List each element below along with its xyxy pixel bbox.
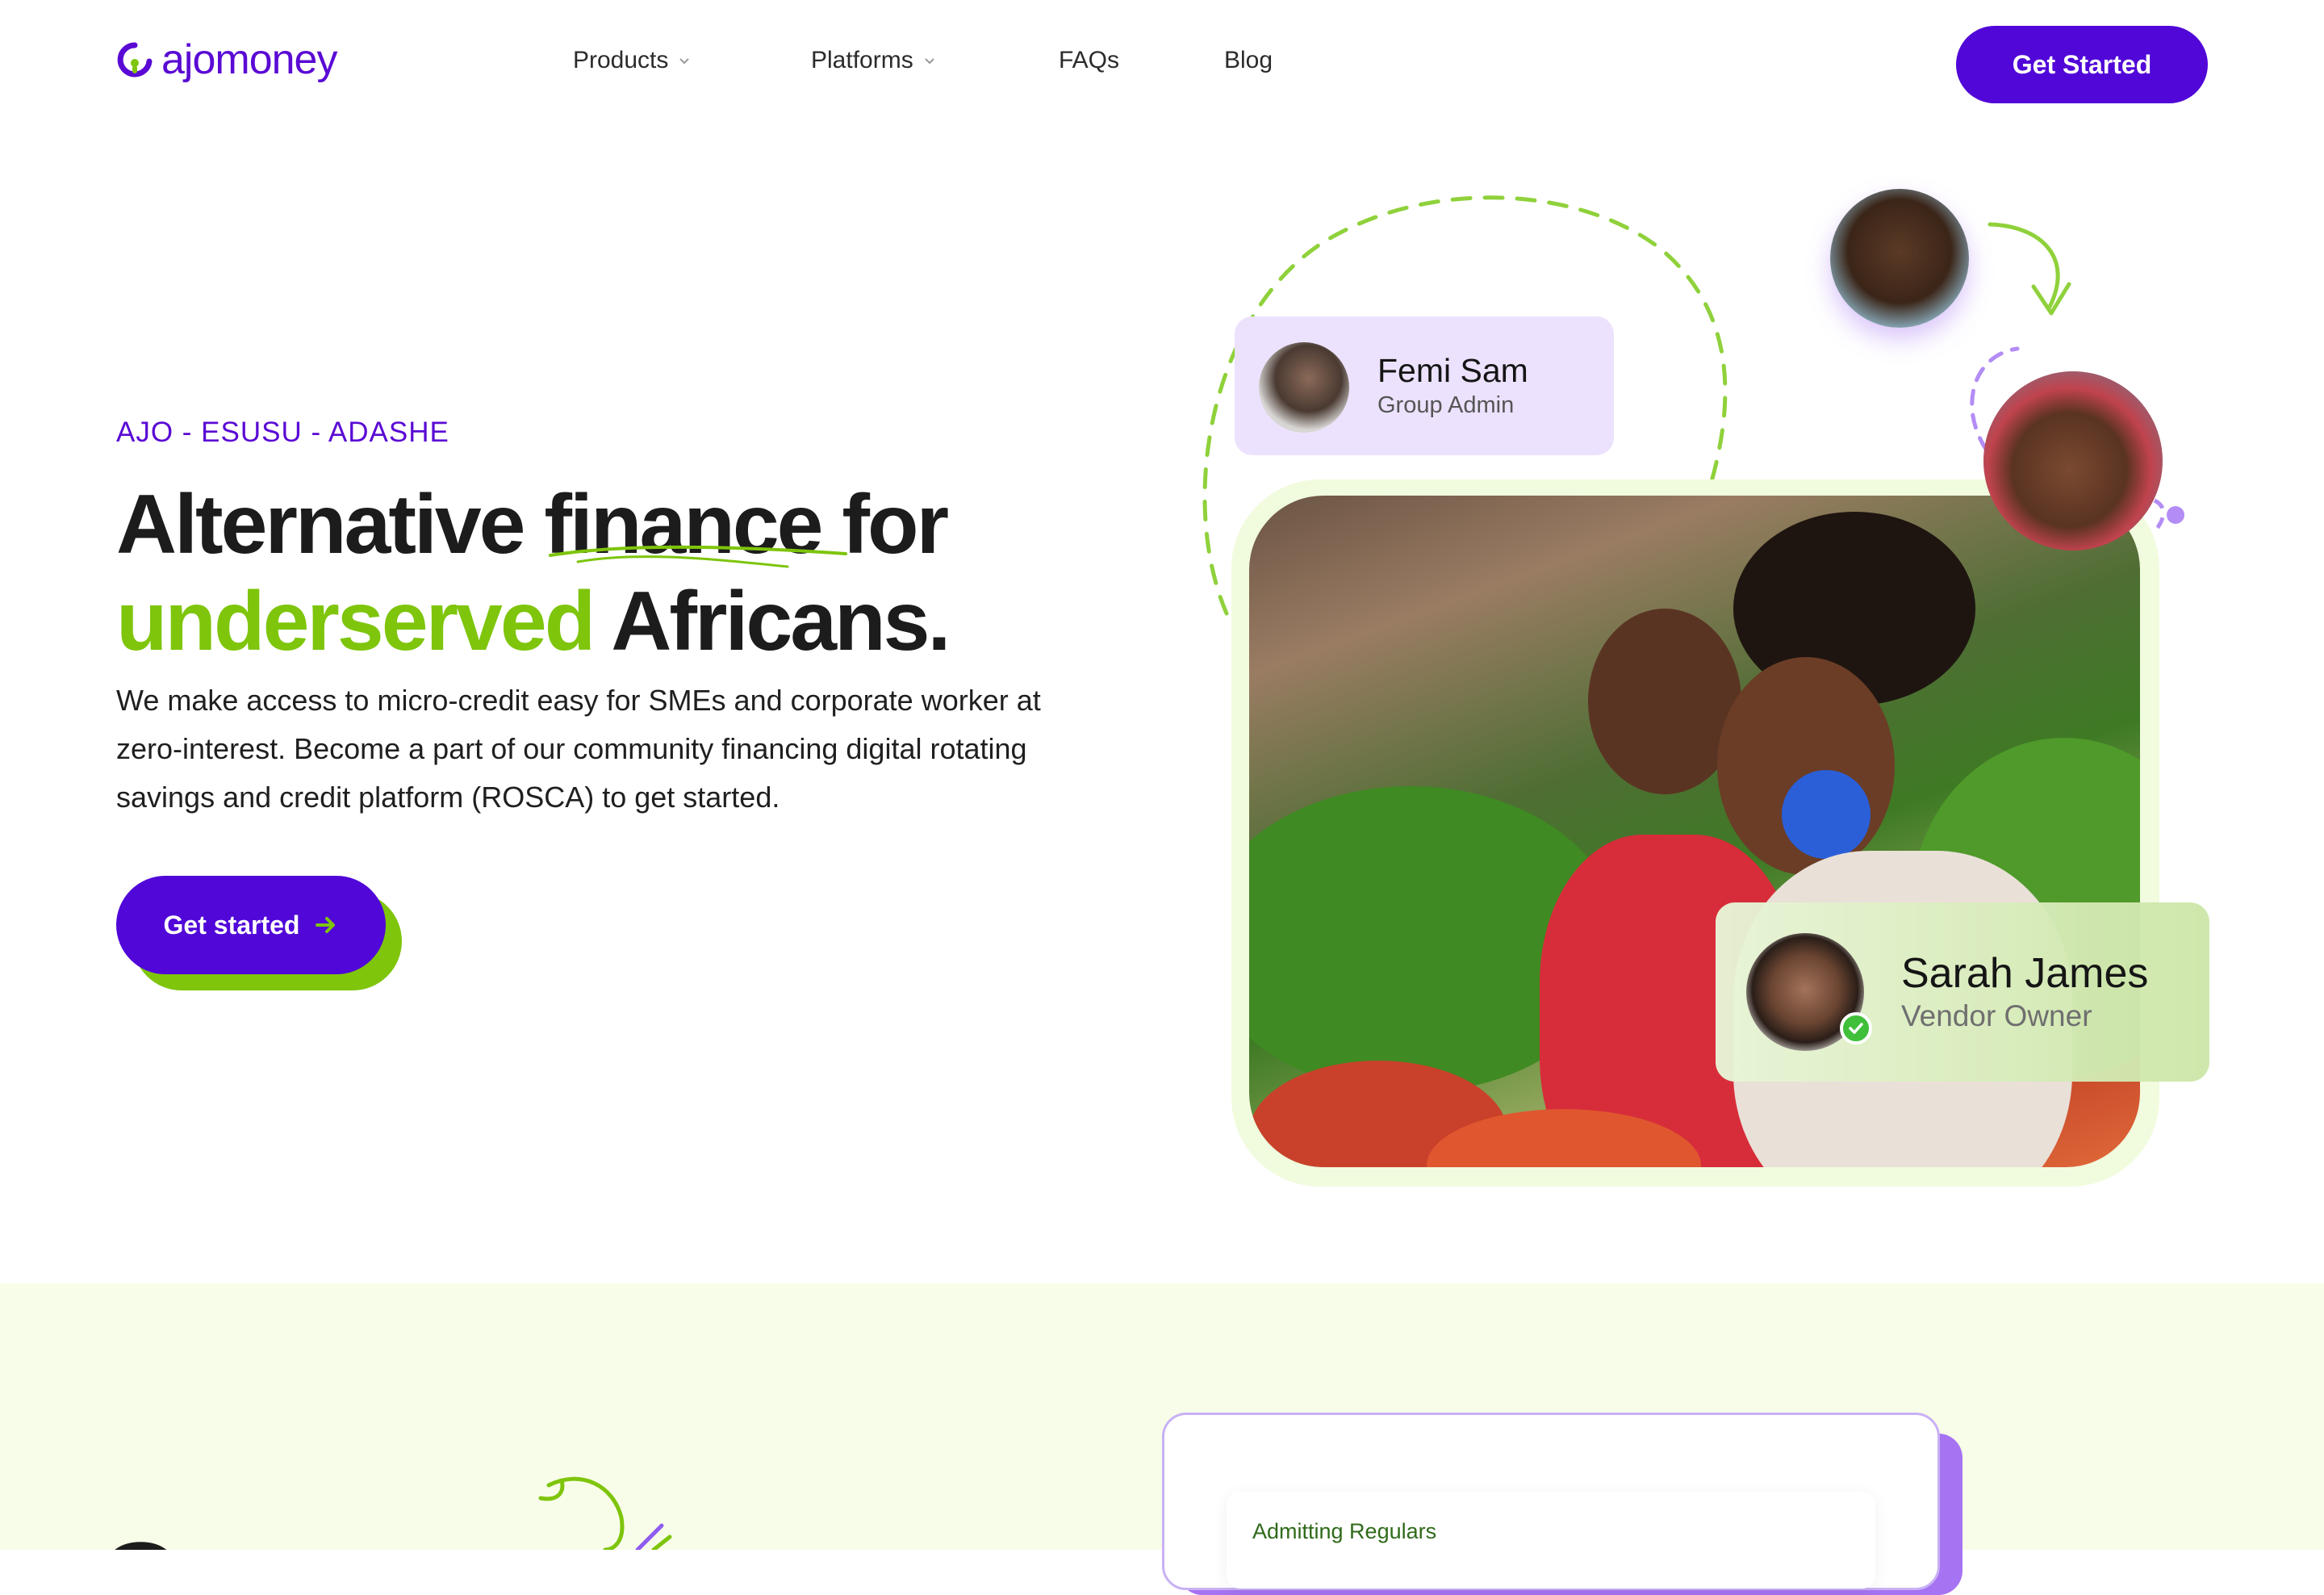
nav-faqs-label: FAQs <box>1059 47 1120 73</box>
nav-blog[interactable]: Blog <box>1224 47 1273 74</box>
headline-text: Alternative <box>116 478 545 571</box>
hero-eyebrow: AJO - ESUSU - ADASHE <box>116 417 449 448</box>
headline-text: Africans. <box>593 575 951 668</box>
logo-mark-icon <box>117 42 153 77</box>
avatar-femi <box>1259 342 1349 433</box>
chevron-down-icon <box>924 58 934 65</box>
nav-faqs[interactable]: FAQs <box>1059 47 1119 74</box>
nav-platforms-label: Platforms <box>811 47 913 73</box>
member-name: Sarah James <box>1901 950 2149 997</box>
member-name: Femi Sam <box>1377 352 1528 389</box>
member-role: Vendor Owner <box>1901 999 2092 1032</box>
hero-headline-line2: underserved Africans. <box>116 580 951 664</box>
photo-mask <box>1782 770 1870 859</box>
section-heading-text: Our mo <box>97 1526 516 1551</box>
headline-highlight-underserved: underserved <box>116 575 596 668</box>
nav-products-label: Products <box>573 47 669 73</box>
nav-blog-label: Blog <box>1224 47 1273 73</box>
sprout-decoration-icon <box>538 1476 672 1550</box>
get-started-header-button[interactable]: Get Started <box>1956 26 2208 103</box>
nav-products[interactable]: Products <box>573 47 691 74</box>
logo-text: ajomoney <box>161 36 337 83</box>
member-role: Group Admin <box>1377 392 1515 418</box>
scribble-underline-icon <box>549 545 847 568</box>
get-started-hero-label: Get started <box>163 910 300 940</box>
hero-description: We make access to micro-credit easy for … <box>116 684 1041 814</box>
section-heading: Our mo <box>97 1518 516 1551</box>
avatar-woman <box>1983 371 2163 551</box>
admitting-label: Admitting Regulars <box>1252 1519 1437 1543</box>
nav-platforms[interactable]: Platforms <box>811 47 936 74</box>
verified-check-icon <box>1840 1012 1872 1044</box>
get-started-hero-button[interactable]: Get started <box>116 876 386 974</box>
arrow-right-icon <box>316 917 336 933</box>
logo[interactable]: ajomoney <box>116 36 337 83</box>
chevron-down-icon <box>679 58 690 65</box>
avatar-man <box>1830 189 1969 328</box>
